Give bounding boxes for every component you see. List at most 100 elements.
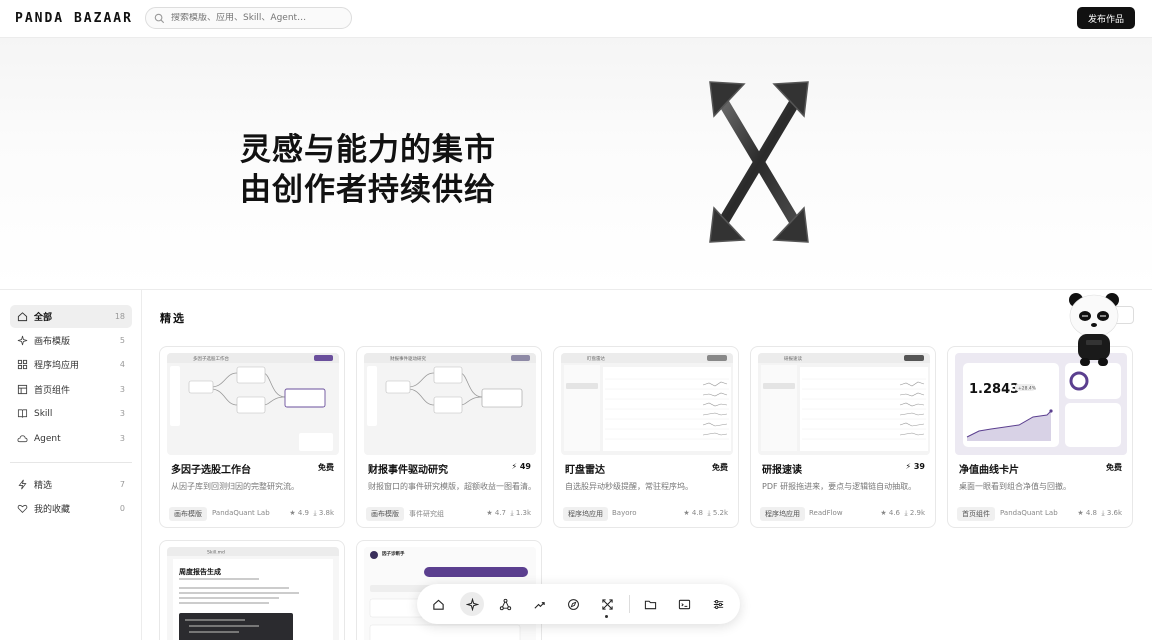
dock-nodes-button[interactable]: [493, 592, 517, 616]
apps-icon: [17, 359, 28, 370]
card-description: 从因子库到回测归因的完整研究流。: [171, 482, 299, 491]
card-title: 研报速读: [762, 465, 802, 476]
card-rating: 4.8: [691, 509, 704, 517]
product-card-earnings-event[interactable]: 财报事件驱动研究 财报事件驱动研究 ⚡ 49 财报窗口的事件研究模版，超额收益一…: [356, 346, 542, 528]
card-stats: ★ 4.6 ⤓ 2.9k: [880, 509, 925, 518]
sidebar-item-count: 3: [119, 385, 125, 394]
card-price: 免费: [318, 463, 334, 472]
chart-icon: [533, 601, 545, 609]
bolt-icon: ⚡: [905, 462, 912, 471]
hero-line-1: 灵感与能力的集市: [240, 132, 496, 168]
preview-doc-title: 周度报告生成: [179, 567, 221, 576]
workflow-preview-graphic: 多因子选股工作台: [167, 353, 339, 451]
dock-sparkle-button[interactable]: [460, 592, 484, 616]
sidebar-item-count: 7: [119, 480, 125, 489]
dock-home-button[interactable]: [426, 592, 450, 616]
card-rating: 4.7: [494, 509, 507, 517]
card-description: PDF 研报拖进来，要点与逻辑链自动抽取。: [762, 482, 917, 491]
card-price-value: 49: [519, 462, 531, 471]
sidebar-item-label: 程序坞应用: [34, 361, 80, 371]
bolt-icon: [18, 479, 27, 490]
sidebar-item-skill[interactable]: Skill 3: [10, 402, 132, 425]
sidebar-item-canvas-templates[interactable]: 画布模版 5: [10, 329, 132, 352]
dock-folder-button[interactable]: [638, 592, 662, 616]
preview-skill-file: Skill.md: [207, 550, 225, 556]
dock-chart-button[interactable]: [527, 592, 551, 616]
heart-icon: [17, 504, 28, 514]
dock-separator: [629, 595, 630, 613]
folder-icon: [644, 600, 656, 609]
preview-value: 1.2843: [969, 382, 1019, 397]
dock-terminal-button[interactable]: [672, 592, 696, 616]
dock-expand-button[interactable]: [595, 592, 619, 616]
card-rating: 4.9: [297, 509, 310, 517]
sidebar-item-all[interactable]: 全部 18: [10, 305, 132, 328]
card-category-tag: 程序坞应用: [760, 507, 805, 521]
sliders-icon: [713, 599, 723, 609]
card-rating: 4.6: [888, 509, 901, 517]
product-card-nav-curve[interactable]: 1.2843 +28.4% 净值曲线卡片 免费 桌面一眼看到组合净值与回撤。 首…: [947, 346, 1133, 528]
search-box[interactable]: [145, 7, 352, 29]
top-bar: PANDA BAZAAR 发布作品: [0, 0, 1152, 38]
home-icon: [432, 599, 444, 610]
table-preview-graphic: 盯盘雷达: [561, 353, 733, 451]
card-author: ReadFlow: [809, 509, 843, 517]
app-logo[interactable]: PANDA BAZAAR: [15, 11, 133, 26]
card-stats: ★ 4.8 ⤓ 3.6k: [1077, 509, 1122, 518]
expand-icon: [601, 598, 613, 610]
home-icon: [17, 312, 28, 322]
hero-title: 灵感与能力的集市 由创作者持续供给: [240, 130, 496, 210]
sidebar-item-favorites[interactable]: 我的收藏 0: [10, 497, 132, 520]
table-preview-graphic: 研报速读: [758, 353, 930, 451]
card-author: Bayoro: [612, 509, 637, 517]
card-author: PandaQuant Lab: [212, 509, 270, 517]
card-price: ⚡ 49: [511, 462, 531, 471]
card-price: 免费: [1106, 463, 1122, 472]
product-card-multi-factor[interactable]: 多因子选股工作台 多因子选股工作台 免费 从因子库到回测归因的完整研究流。 画布…: [159, 346, 345, 528]
card-description: 桌面一眼看到组合净值与回撤。: [959, 482, 1071, 491]
sidebar-item-home-widgets[interactable]: 首页组件 3: [10, 378, 132, 401]
layout-icon: [17, 384, 28, 395]
widget-preview-graphic: 1.2843 +28.4%: [963, 363, 1121, 447]
product-card-research-reader[interactable]: 研报速读 研报速读 ⚡ 39 PDF 研报拖进来，要点与逻辑链自动抽取。 程序坞…: [750, 346, 936, 528]
preview-badge: +28.4%: [1018, 386, 1037, 392]
hero-expand-arrows-icon: [709, 81, 809, 243]
download-icon: ⤓: [707, 509, 711, 517]
cloud-icon: [17, 435, 28, 443]
hero-banner: 灵感与能力的集市 由创作者持续供给: [0, 38, 1152, 290]
sidebar-item-featured[interactable]: 精选 7: [10, 473, 132, 496]
sidebar-item-agent[interactable]: Agent 3: [10, 427, 132, 450]
bottom-dock: [417, 584, 740, 624]
card-stats: ★ 4.7 ⤓ 1.3k: [486, 509, 531, 518]
sidebar-item-label: Agent: [34, 433, 61, 444]
panda-mascot[interactable]: [1066, 290, 1122, 368]
category-sidebar: 全部 18 画布模版 5 程序坞应用 4 首页组件 3 Skill 3 Agen…: [0, 290, 142, 640]
dock-compass-button[interactable]: [561, 592, 585, 616]
sidebar-item-count: 0: [119, 504, 125, 513]
card-downloads: 1.3k: [515, 509, 531, 517]
product-card-watch-radar[interactable]: 盯盘雷达 盯盘雷达 免费 自选股异动秒级提醒，常驻程序坞。 程序坞应用 Bayo…: [553, 346, 739, 528]
card-downloads: 5.2k: [712, 509, 728, 517]
sidebar-item-count: 5: [119, 336, 125, 345]
section-title: 精选: [160, 312, 186, 325]
sidebar-item-count: 4: [119, 360, 125, 369]
card-thumbnail: 多因子选股工作台: [167, 353, 339, 455]
star-icon: ★: [880, 509, 887, 517]
card-thumbnail: 研报速读: [758, 353, 930, 455]
dock-settings-button[interactable]: [706, 592, 730, 616]
sidebar-item-count: 18: [114, 312, 125, 321]
search-icon: [154, 13, 165, 23]
sidebar-item-label: 精选: [34, 481, 53, 491]
preview-title: 盯盘雷达: [587, 355, 605, 362]
card-stats: ★ 4.8 ⤓ 5.2k: [683, 509, 728, 518]
star-icon: ★: [683, 509, 690, 517]
sidebar-item-dock-apps[interactable]: 程序坞应用 4: [10, 353, 132, 376]
workflow-preview-graphic: 财报事件驱动研究: [364, 353, 536, 426]
card-author: 事件研究组: [409, 510, 444, 518]
product-card-weekly-report[interactable]: Skill.md 周度报告生成: [159, 540, 345, 640]
card-author: PandaQuant Lab: [1000, 509, 1058, 517]
search-input[interactable]: [171, 13, 341, 23]
bolt-icon: ⚡: [511, 462, 518, 471]
card-title: 净值曲线卡片: [959, 465, 1019, 476]
publish-button[interactable]: 发布作品: [1077, 7, 1135, 29]
